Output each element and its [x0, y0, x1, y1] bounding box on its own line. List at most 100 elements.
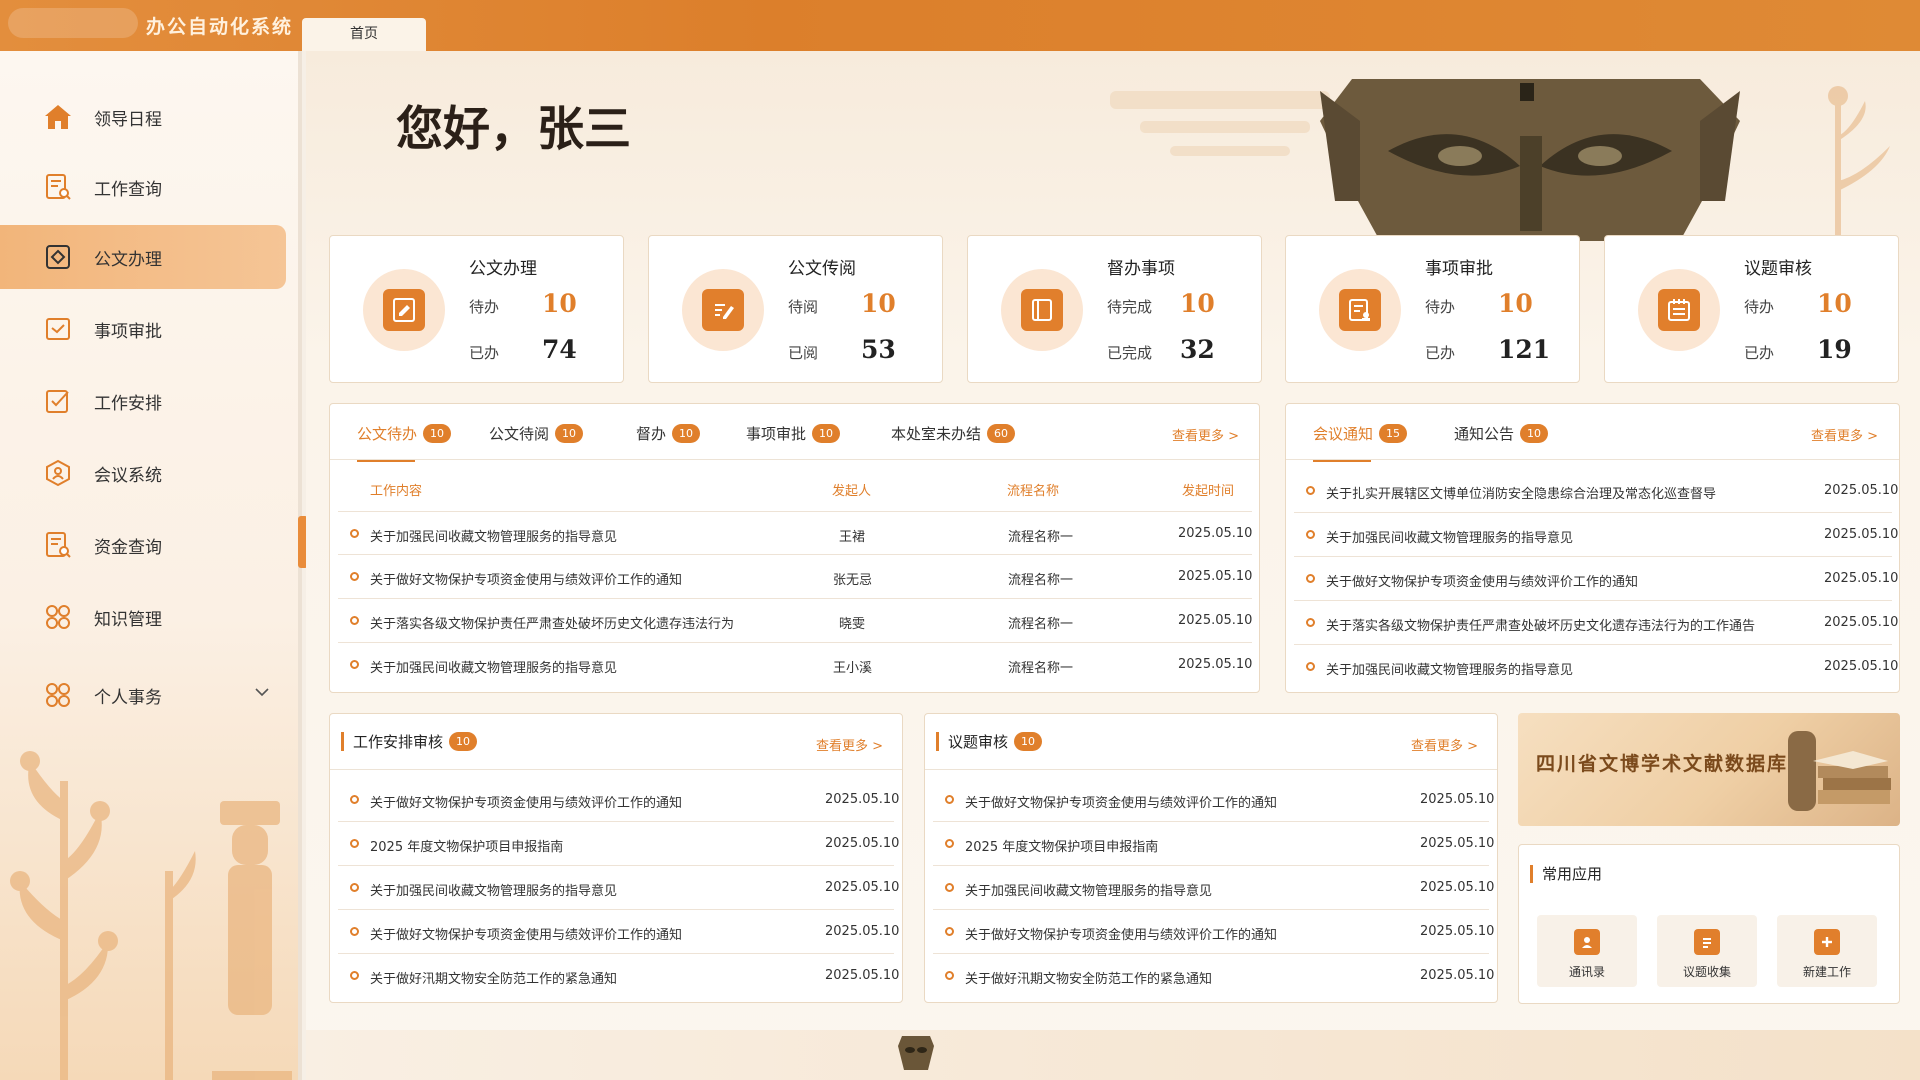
table-row[interactable]: 关于加强民间收藏文物管理服务的指导意见 王小溪 流程名称一 2025.05.10 [338, 643, 1252, 687]
card-done-count: 53 [861, 335, 896, 364]
sidebar-item-document-handling[interactable]: 公文办理 [0, 225, 286, 289]
sidebar-item-label: 工作查询 [94, 179, 162, 200]
summary-card-supervision[interactable]: 督办事项 待完成 10 已完成 32 [967, 235, 1262, 383]
view-more-link[interactable]: 查看更多 > [1811, 425, 1878, 444]
notepad-icon [1658, 289, 1700, 331]
sidebar-item-approval[interactable]: 事项审批 [0, 297, 286, 361]
count-badge: 10 [1014, 732, 1043, 751]
card-pending-count: 10 [1817, 289, 1852, 318]
card-done-count: 74 [542, 335, 577, 364]
tab-doc-todo[interactable]: 公文待办 10 [357, 423, 452, 462]
sidebar-item-work-arrangement[interactable]: 工作安排 [0, 369, 286, 433]
sidebar-item-label: 事项审批 [94, 321, 162, 342]
list-item[interactable]: 关于做好文物保护专项资金使用与绩效评价工作的通知 2025.05.10 [933, 910, 1494, 954]
card-title: 议题审核 [1744, 259, 1812, 279]
card-pending-label: 待办 [1744, 298, 1775, 316]
panel-title: 议题审核 10 [936, 732, 1043, 751]
card-title: 公文办理 [469, 259, 537, 279]
table-row[interactable]: 关于落实各级文物保护责任严肃查处破坏历史文化遗存违法行为 晓雯 流程名称一 2025.… [338, 599, 1252, 643]
summary-card-circulation[interactable]: 公文传阅 待阅 10 已阅 53 [648, 235, 943, 383]
tab-announcement[interactable]: 通知公告 10 [1454, 423, 1549, 444]
tab-supervision[interactable]: 督办 10 [636, 423, 701, 444]
home-icon [42, 101, 74, 133]
list-item[interactable]: 关于做好汛期文物安全防范工作的紧急通知 2025.05.10 [338, 954, 899, 998]
tab-approval[interactable]: 事项审批 10 [746, 423, 841, 444]
app-label: 新建工作 [1802, 965, 1851, 979]
view-more-link[interactable]: 查看更多 > [1172, 425, 1239, 444]
list-item[interactable]: 关于加强民间收藏文物管理服务的指导意见 2025.05.10 [338, 866, 899, 910]
card-done-label: 已完成 [1107, 344, 1153, 362]
sidebar-item-label: 知识管理 [94, 609, 162, 630]
column-header-initiator: 发起人 [832, 484, 872, 499]
tab-doc-to-read[interactable]: 公文待阅 10 [489, 423, 584, 444]
view-more-link[interactable]: 查看更多 > [1411, 735, 1478, 754]
sidebar-item-meeting[interactable]: 会议系统 [0, 441, 286, 505]
card-pending-count: 10 [1180, 289, 1215, 318]
card-title: 督办事项 [1107, 259, 1175, 279]
sidebar-item-label: 会议系统 [94, 465, 162, 486]
app-topic-collect-button[interactable]: 议题收集 [1657, 915, 1757, 987]
table-row[interactable]: 关于加强民间收藏文物管理服务的指导意见 王裙 流程名称一 2025.05.10 [338, 511, 1252, 555]
tab-meeting-notice[interactable]: 会议通知 15 [1313, 423, 1408, 462]
greeting: 您好，张三 [396, 102, 631, 157]
chevron-down-icon[interactable] [254, 685, 270, 701]
sidebar-item-label: 工作安排 [94, 393, 162, 414]
card-pending-count: 10 [861, 289, 896, 318]
table-row[interactable]: 关于做好文物保护专项资金使用与绩效评价工作的通知 张无忌 流程名称一 2025.05.… [338, 555, 1252, 599]
card-done-count: 32 [1180, 335, 1215, 364]
list-item[interactable]: 关于做好文物保护专项资金使用与绩效评价工作的通知 2025.05.10 [933, 778, 1494, 822]
notice-panel: 会议通知 15 通知公告 10 查看更多 > 关于扎实开展辖区文博单位消防安全隐患综… [1285, 403, 1900, 693]
summary-card-topic-review[interactable]: 议题审核 待办 10 已办 19 [1604, 235, 1899, 383]
view-more-link[interactable]: 查看更多 > [816, 735, 883, 754]
sidebar-item-work-query[interactable]: 工作查询 [0, 155, 286, 219]
topic-review-panel: 议题审核 10 查看更多 > 关于做好文物保护专项资金使用与绩效评价工作的通知 20… [924, 713, 1498, 1003]
count-badge: 10 [449, 732, 478, 751]
bronze-mask-banner [1110, 79, 1890, 241]
sidebar-item-personal[interactable]: 个人事务 [0, 663, 286, 727]
card-icon-wrap [363, 269, 445, 351]
pen-document-icon [383, 289, 425, 331]
list-item[interactable]: 2025 年度文物保护项目申报指南 2025.05.10 [338, 822, 899, 866]
card-title: 事项审批 [1425, 259, 1493, 279]
work-arrangement-panel: 工作安排审核 10 查看更多 > 关于做好文物保护专项资金使用与绩效评价工作的通知… [329, 713, 903, 1003]
common-apps-panel: 常用应用 通讯录 议题收集 新建工作 [1518, 844, 1900, 1004]
list-item[interactable]: 关于做好文物保护专项资金使用与绩效评价工作的通知 2025.05.10 [338, 910, 899, 954]
card-icon-wrap [682, 269, 764, 351]
sidebar-item-knowledge[interactable]: 知识管理 [0, 585, 286, 649]
tab-home[interactable]: 首页 [302, 18, 426, 51]
topic-collect-icon [1694, 929, 1720, 955]
list-item[interactable]: 关于加强民间收藏文物管理服务的指导意见 2025.05.10 [933, 866, 1494, 910]
card-done-label: 已阅 [788, 344, 819, 362]
approval-icon [1339, 289, 1381, 331]
list-item[interactable]: 关于加强民间收藏文物管理服务的指导意见 2025.05.10 [1294, 513, 1898, 557]
sidebar-item-fund-query[interactable]: 资金查询 [0, 513, 286, 577]
notice-tabs: 会议通知 15 通知公告 10 查看更多 > [1286, 404, 1899, 462]
list-item[interactable]: 2025 年度文物保护项目申报指南 2025.05.10 [933, 822, 1494, 866]
card-pending-count: 10 [1498, 289, 1533, 318]
tab-office-unfinished[interactable]: 本处室未办结 60 [891, 423, 1016, 444]
panel-header: 工作安排审核 10 查看更多 > [330, 714, 902, 770]
sidebar-item-leader-schedule[interactable]: 领导日程 [0, 85, 286, 149]
card-icon-wrap [1638, 269, 1720, 351]
database-banner[interactable]: 四川省文博学术文献数据库 [1518, 713, 1900, 826]
list-item[interactable]: 关于做好文物保护专项资金使用与绩效评价工作的通知 2025.05.10 [338, 778, 899, 822]
app-contacts-button[interactable]: 通讯录 [1537, 915, 1637, 987]
database-banner-text: 四川省文博学术文献数据库 [1536, 753, 1789, 775]
column-header-flow: 流程名称 [1007, 484, 1060, 499]
card-done-count: 121 [1498, 335, 1551, 364]
sidebar-item-label: 公文办理 [94, 249, 162, 270]
count-badge: 10 [1520, 424, 1549, 443]
summary-card-approval[interactable]: 事项审批 待办 10 已办 121 [1285, 235, 1580, 383]
sidebar-item-label: 领导日程 [94, 109, 162, 130]
list-item[interactable]: 关于做好文物保护专项资金使用与绩效评价工作的通知 2025.05.10 [1294, 557, 1898, 601]
list-item[interactable]: 关于落实各级文物保护责任严肃查处破坏历史文化遗存违法行为的工作通告 2025.05… [1294, 601, 1898, 645]
bronze-tree-decoration [10, 751, 292, 1080]
document-todo-panel: 公文待办 10 公文待阅 10 督办 10 事项审批 10 本处室未办结 60 查看更多 … [329, 403, 1260, 693]
card-pending-label: 待完成 [1107, 298, 1153, 316]
list-item[interactable]: 关于扎实开展辖区文博单位消防安全隐患综合治理及常态化巡查督导 2025.05.10 [1294, 469, 1898, 513]
list-item[interactable]: 关于加强民间收藏文物管理服务的指导意见 2025.05.10 [1294, 645, 1898, 689]
list-item[interactable]: 关于做好汛期文物安全防范工作的紧急通知 2025.05.10 [933, 954, 1494, 998]
app-new-work-button[interactable]: 新建工作 [1777, 915, 1877, 987]
summary-card-document[interactable]: 公文办理 待办 10 已办 74 [329, 235, 624, 383]
column-header-content: 工作内容 [370, 484, 423, 499]
